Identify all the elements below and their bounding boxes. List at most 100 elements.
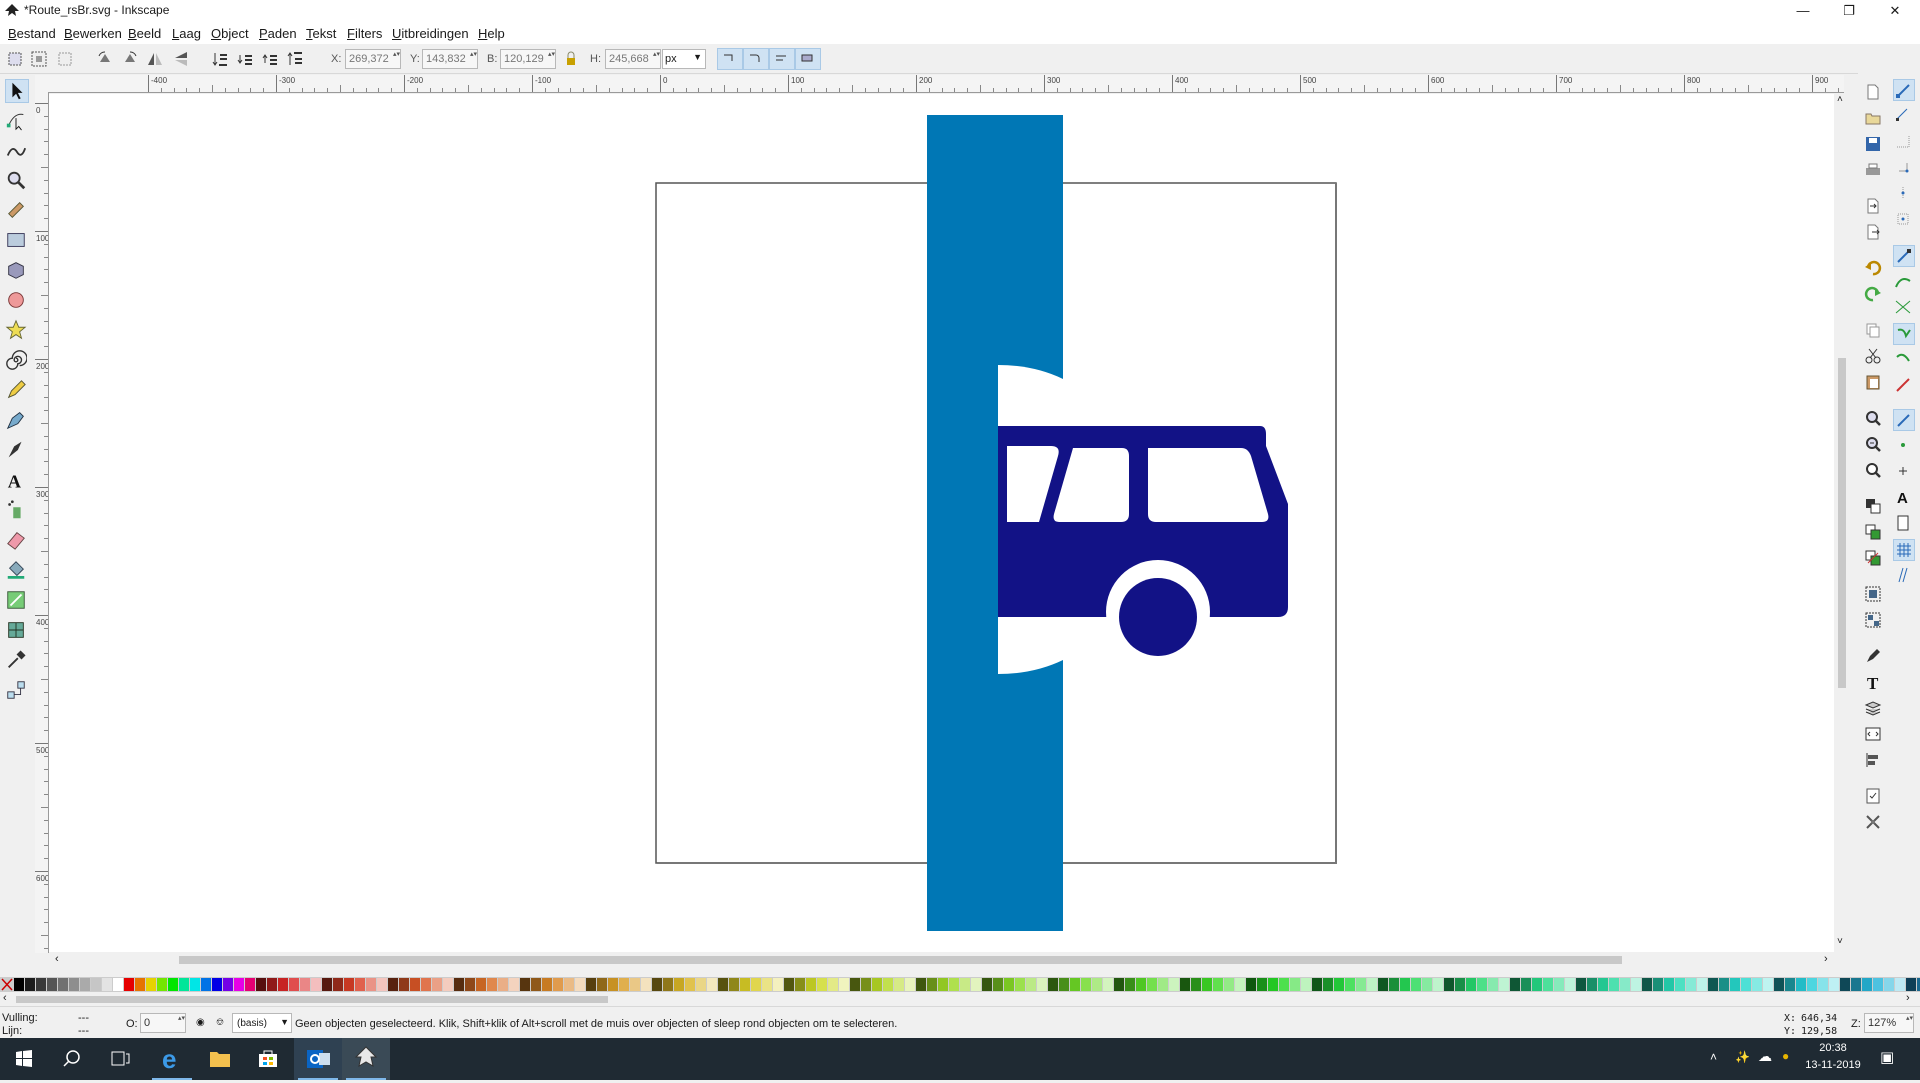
new-document-icon[interactable] xyxy=(1864,83,1882,101)
color-swatch[interactable] xyxy=(1224,978,1234,991)
fill-stroke-icon[interactable] xyxy=(1864,647,1882,665)
color-swatch[interactable] xyxy=(234,978,244,991)
scroll-right-icon[interactable]: › xyxy=(1824,953,1828,965)
color-swatch[interactable] xyxy=(1444,978,1454,991)
pencil-tool[interactable] xyxy=(5,379,29,403)
cut-icon[interactable] xyxy=(1864,347,1882,365)
color-swatch[interactable] xyxy=(1158,978,1168,991)
color-swatch[interactable] xyxy=(641,978,651,991)
clock-time[interactable]: 20:38 xyxy=(1805,1042,1861,1054)
color-swatch[interactable] xyxy=(311,978,321,991)
edge-taskbar-button[interactable]: e xyxy=(148,1038,196,1080)
select-all-layers-icon[interactable] xyxy=(30,50,48,68)
color-swatch[interactable] xyxy=(872,978,882,991)
menu-tekst[interactable]: Tekst xyxy=(306,26,336,41)
color-swatch[interactable] xyxy=(1422,978,1432,991)
color-swatch[interactable] xyxy=(377,978,387,991)
color-swatch[interactable] xyxy=(1906,978,1916,991)
search-button[interactable] xyxy=(48,1038,96,1080)
color-swatch[interactable] xyxy=(212,978,222,991)
color-swatch[interactable] xyxy=(267,978,277,991)
color-swatch[interactable] xyxy=(91,978,101,991)
color-swatch[interactable] xyxy=(1510,978,1520,991)
color-swatch[interactable] xyxy=(1774,978,1784,991)
snap-bbox-center-toggle[interactable] xyxy=(1893,209,1915,231)
color-swatch[interactable] xyxy=(1015,978,1025,991)
color-swatch[interactable] xyxy=(663,978,673,991)
color-swatch[interactable] xyxy=(1290,978,1300,991)
gradient-tool[interactable] xyxy=(5,589,29,613)
height-input[interactable]: 245,668 xyxy=(605,49,661,69)
color-swatch[interactable] xyxy=(1147,978,1157,991)
transform-gradients-toggle[interactable] xyxy=(769,48,795,70)
color-swatch[interactable] xyxy=(1202,978,1212,991)
palette-swatches[interactable] xyxy=(0,977,1920,992)
color-swatch[interactable] xyxy=(1796,978,1806,991)
color-swatch[interactable] xyxy=(366,978,376,991)
clock-date[interactable]: 13-11-2019 xyxy=(1801,1059,1865,1071)
preferences-icon[interactable] xyxy=(1864,813,1882,831)
color-swatch[interactable] xyxy=(1466,978,1476,991)
stroke-value[interactable]: --- xyxy=(78,1025,89,1037)
color-swatch[interactable] xyxy=(520,978,530,991)
copy-icon[interactable] xyxy=(1864,321,1882,339)
vertical-ruler[interactable]: 0100200300400500600700 xyxy=(35,93,49,953)
zoom-selection-icon[interactable] xyxy=(1864,409,1882,427)
lock-icon[interactable] xyxy=(562,50,580,68)
color-swatch[interactable] xyxy=(432,978,442,991)
color-swatch[interactable] xyxy=(421,978,431,991)
color-swatch[interactable] xyxy=(1301,978,1311,991)
action-center-icon[interactable]: ▣ xyxy=(1880,1048,1894,1066)
color-swatch[interactable] xyxy=(1081,978,1091,991)
color-swatch[interactable] xyxy=(1609,978,1619,991)
snap-line-midpoints-toggle[interactable] xyxy=(1893,375,1915,397)
color-swatch[interactable] xyxy=(1433,978,1443,991)
color-swatch[interactable] xyxy=(542,978,552,991)
snap-bbox-toggle[interactable] xyxy=(1893,105,1915,127)
color-swatch[interactable] xyxy=(861,978,871,991)
palette-scrollbar[interactable]: ‹ › xyxy=(0,992,1920,1006)
measure-tool[interactable] xyxy=(5,199,29,223)
raise-icon[interactable] xyxy=(261,50,279,68)
color-swatch[interactable] xyxy=(388,978,398,991)
color-swatch[interactable] xyxy=(564,978,574,991)
color-swatch[interactable] xyxy=(1675,978,1685,991)
color-swatch[interactable] xyxy=(1488,978,1498,991)
color-swatch[interactable] xyxy=(124,978,134,991)
color-swatch[interactable] xyxy=(652,978,662,991)
horizontal-scroll-thumb[interactable] xyxy=(179,956,1622,964)
deselect-icon[interactable] xyxy=(56,50,74,68)
close-button[interactable]: ✕ xyxy=(1872,0,1918,22)
fill-value[interactable]: --- xyxy=(78,1012,89,1024)
color-swatch[interactable] xyxy=(1411,978,1421,991)
zoom-drawing-icon[interactable] xyxy=(1864,435,1882,453)
transform-patterns-toggle[interactable] xyxy=(795,48,821,70)
color-swatch[interactable] xyxy=(487,978,497,991)
color-swatch[interactable] xyxy=(982,978,992,991)
color-swatch[interactable] xyxy=(1840,978,1850,991)
color-swatch[interactable] xyxy=(1763,978,1773,991)
color-swatch[interactable] xyxy=(135,978,145,991)
color-swatch[interactable] xyxy=(1048,978,1058,991)
color-swatch[interactable] xyxy=(1829,978,1839,991)
color-swatch[interactable] xyxy=(399,978,409,991)
color-swatch[interactable] xyxy=(1719,978,1729,991)
color-swatch[interactable] xyxy=(883,978,893,991)
color-swatch[interactable] xyxy=(498,978,508,991)
color-swatch[interactable] xyxy=(1620,978,1630,991)
scroll-up-icon[interactable]: ˄ xyxy=(1837,94,1843,105)
color-swatch[interactable] xyxy=(597,978,607,991)
color-swatch[interactable] xyxy=(1356,978,1366,991)
snap-page-border-toggle[interactable] xyxy=(1893,513,1915,535)
color-swatch[interactable] xyxy=(630,978,640,991)
horizontal-ruler[interactable]: -400 -300 -200 -100 0 100 200 300 400 500 600 700 80… xyxy=(48,75,1844,93)
color-swatch[interactable] xyxy=(1213,978,1223,991)
text-tool[interactable]: A xyxy=(5,469,29,493)
color-swatch[interactable] xyxy=(1026,978,1036,991)
menu-filters[interactable]: Filters xyxy=(347,26,382,41)
color-swatch[interactable] xyxy=(1103,978,1113,991)
restore-button[interactable]: ❐ xyxy=(1826,0,1872,22)
color-swatch[interactable] xyxy=(245,978,255,991)
snap-bbox-edge-toggle[interactable] xyxy=(1893,131,1915,153)
snap-paths-toggle[interactable] xyxy=(1893,271,1915,293)
